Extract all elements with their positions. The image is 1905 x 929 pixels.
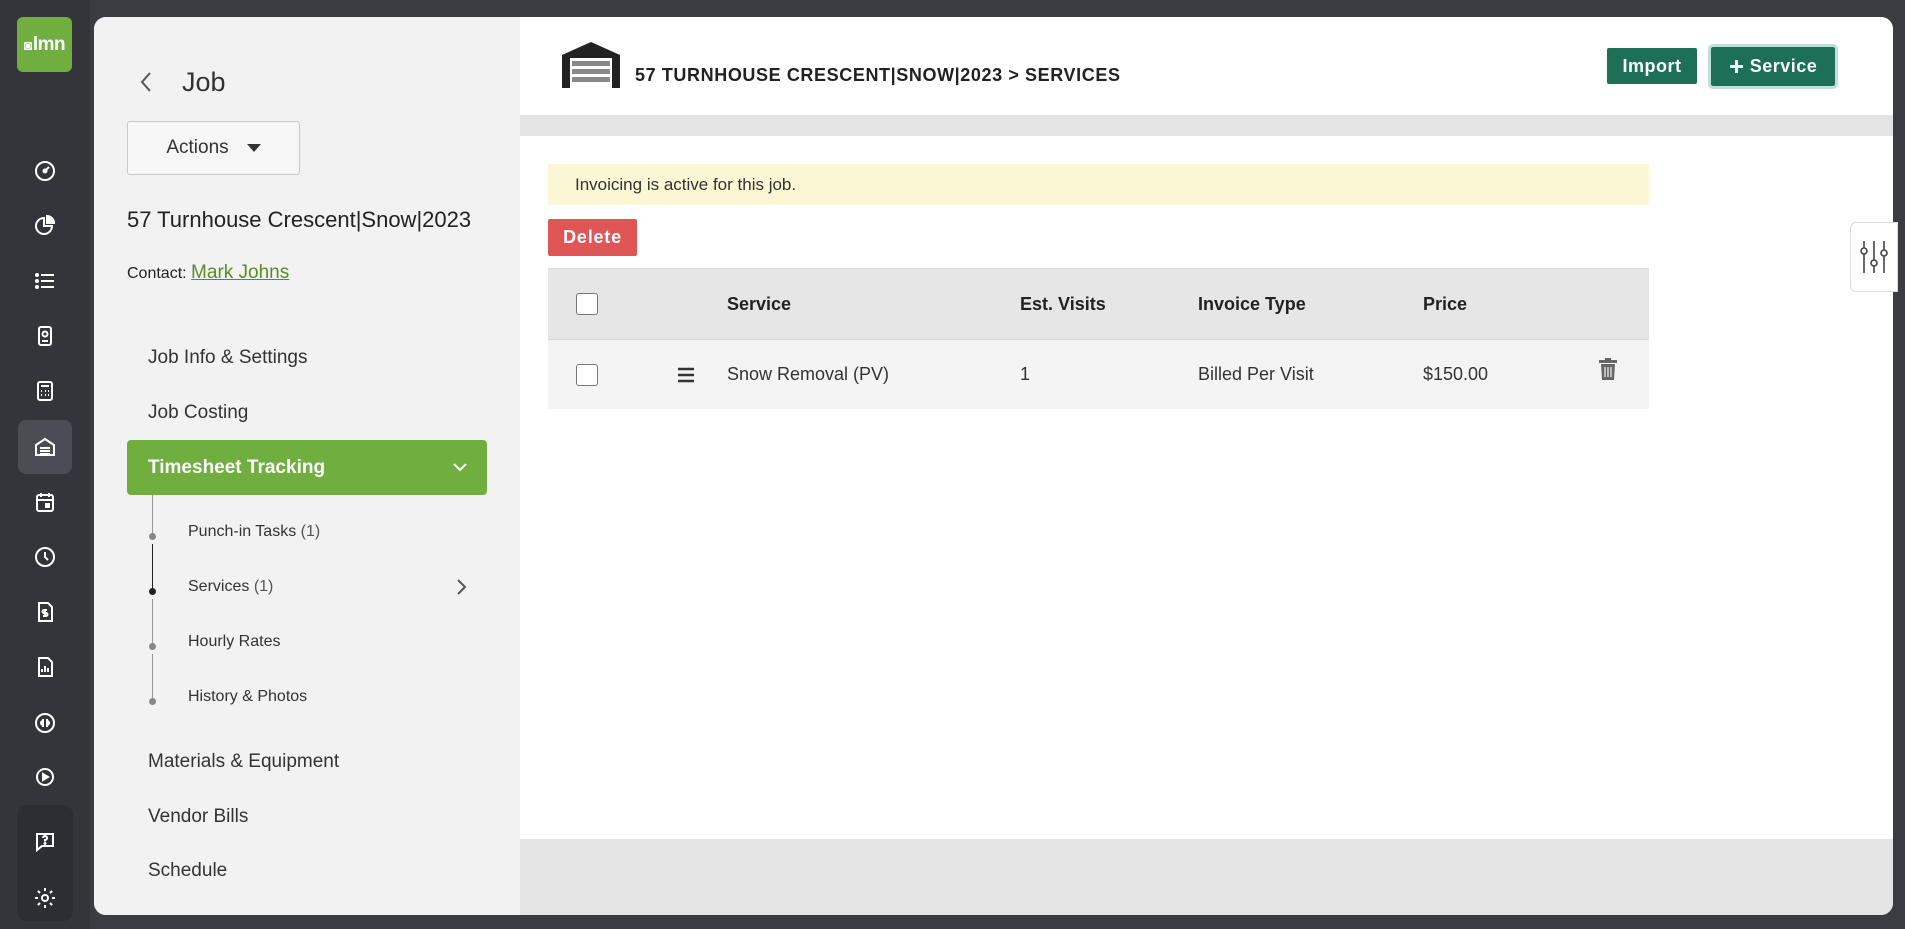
row-checkbox[interactable] (576, 363, 598, 386)
cell-price: $150.00 (1423, 364, 1489, 384)
plus-icon (1729, 60, 1743, 73)
drag-handle-icon[interactable] (677, 340, 695, 409)
col-service[interactable]: Service (727, 269, 791, 339)
cell-visits: 1 (1020, 364, 1031, 384)
sub-item-punch-in[interactable]: Punch-in Tasks (1) (188, 523, 320, 541)
row-checkbox-cell (576, 340, 598, 409)
page-header: 57 TURNHOUSE CRESCENT|SNOW|2023 > SERVIC… (520, 17, 1893, 115)
help-icon[interactable] (18, 815, 72, 869)
add-service-label: Service (1749, 56, 1818, 76)
garage-icon[interactable] (18, 420, 72, 474)
nav-job-costing[interactable]: Job Costing (148, 402, 248, 424)
nav-vendor-bills[interactable]: Vendor Bills (148, 806, 248, 828)
invoice-icon[interactable] (18, 585, 72, 639)
chevron-down-icon (453, 463, 467, 472)
services-table: Service Est. Visits Invoice Type Price S… (548, 268, 1649, 409)
job-panel: Job Actions 57 Turnhouse Crescent|Snow|2… (94, 17, 520, 915)
contact-card-icon[interactable] (18, 309, 72, 363)
sub-item-count: (1) (300, 523, 321, 540)
list-icon[interactable] (18, 254, 72, 308)
calculator-icon[interactable] (18, 364, 72, 418)
cell-invoice-type: Billed Per Visit (1198, 364, 1314, 384)
table-header: Service Est. Visits Invoice Type Price (548, 268, 1649, 339)
table-row[interactable]: Snow Removal (PV) 1 Billed Per Visit $15… (548, 339, 1649, 409)
content-area: 57 TURNHOUSE CRESCENT|SNOW|2023 > SERVIC… (520, 17, 1893, 915)
caret-down-icon (246, 144, 261, 152)
header-divider (520, 115, 1893, 136)
main-card: Job Actions 57 Turnhouse Crescent|Snow|2… (94, 17, 1893, 915)
timeline-line (152, 495, 153, 537)
timeline-line (152, 599, 153, 647)
select-all-checkbox[interactable] (576, 293, 598, 315)
nav-schedule[interactable]: Schedule (148, 860, 227, 880)
actions-dropdown[interactable]: Actions (127, 121, 300, 175)
lmn-logo[interactable]: ◙ lmn (17, 17, 72, 72)
timeline-line (152, 654, 153, 702)
quickbooks-icon[interactable] (18, 696, 72, 750)
import-button[interactable]: Import (1607, 48, 1697, 84)
pie-chart-icon[interactable] (18, 199, 72, 253)
trash-icon[interactable] (1598, 334, 1618, 403)
footer-band (520, 839, 1893, 915)
garage-icon (562, 42, 620, 88)
gear-icon[interactable] (18, 871, 72, 925)
col-est-visits[interactable]: Est. Visits (1020, 269, 1106, 339)
add-service-button[interactable]: Service (1708, 44, 1838, 89)
select-all-checkbox-cell (576, 269, 598, 339)
clock-icon[interactable] (18, 530, 72, 584)
breadcrumb: 57 TURNHOUSE CRESCENT|SNOW|2023 > SERVIC… (635, 65, 1121, 85)
sub-item-label: Services (188, 578, 250, 595)
timeline-dot (149, 698, 156, 705)
sub-item-count: (1) (253, 578, 274, 595)
cell-service[interactable]: Snow Removal (PV) (727, 340, 889, 409)
dashboard-icon[interactable] (18, 144, 72, 198)
contact-link[interactable]: Mark Johns (191, 262, 289, 283)
delete-button[interactable]: Delete (548, 219, 637, 256)
timeline-line (152, 544, 153, 592)
nav-timesheet-label: Timesheet Tracking (148, 456, 326, 478)
app-rail: ◙ lmn (0, 0, 90, 929)
actions-label: Actions (166, 137, 229, 158)
settings-sliders-icon[interactable] (1850, 222, 1898, 292)
contact-line: Contact: Mark Johns (127, 262, 289, 284)
col-price[interactable]: Price (1423, 269, 1467, 339)
col-invoice-type[interactable]: Invoice Type (1198, 269, 1306, 339)
nav-timesheet-tracking[interactable]: Timesheet Tracking (127, 440, 487, 495)
back-chevron-icon[interactable] (136, 67, 156, 97)
nav-job-info[interactable]: Job Info & Settings (148, 347, 308, 369)
job-name: 57 Turnhouse Crescent|Snow|2023 (127, 207, 472, 232)
play-icon[interactable] (18, 750, 72, 804)
timeline-dot (149, 533, 156, 540)
sub-item-hourly-rates[interactable]: Hourly Rates (188, 633, 280, 651)
timeline-dot-active (149, 588, 156, 595)
invoicing-notice: Invoicing is active for this job. (548, 164, 1649, 205)
calendar-icon[interactable] (18, 475, 72, 529)
sub-item-history[interactable]: History & Photos (188, 688, 307, 706)
chevron-right-icon[interactable] (455, 578, 467, 596)
sub-item-label: Punch-in Tasks (188, 523, 297, 540)
timeline-dot (149, 643, 156, 650)
sub-item-services[interactable]: Services (1) (188, 578, 273, 596)
nav-materials[interactable]: Materials & Equipment (148, 751, 339, 773)
panel-title: Job (182, 67, 226, 97)
contact-label: Contact: (127, 265, 187, 282)
report-icon[interactable] (18, 640, 72, 694)
